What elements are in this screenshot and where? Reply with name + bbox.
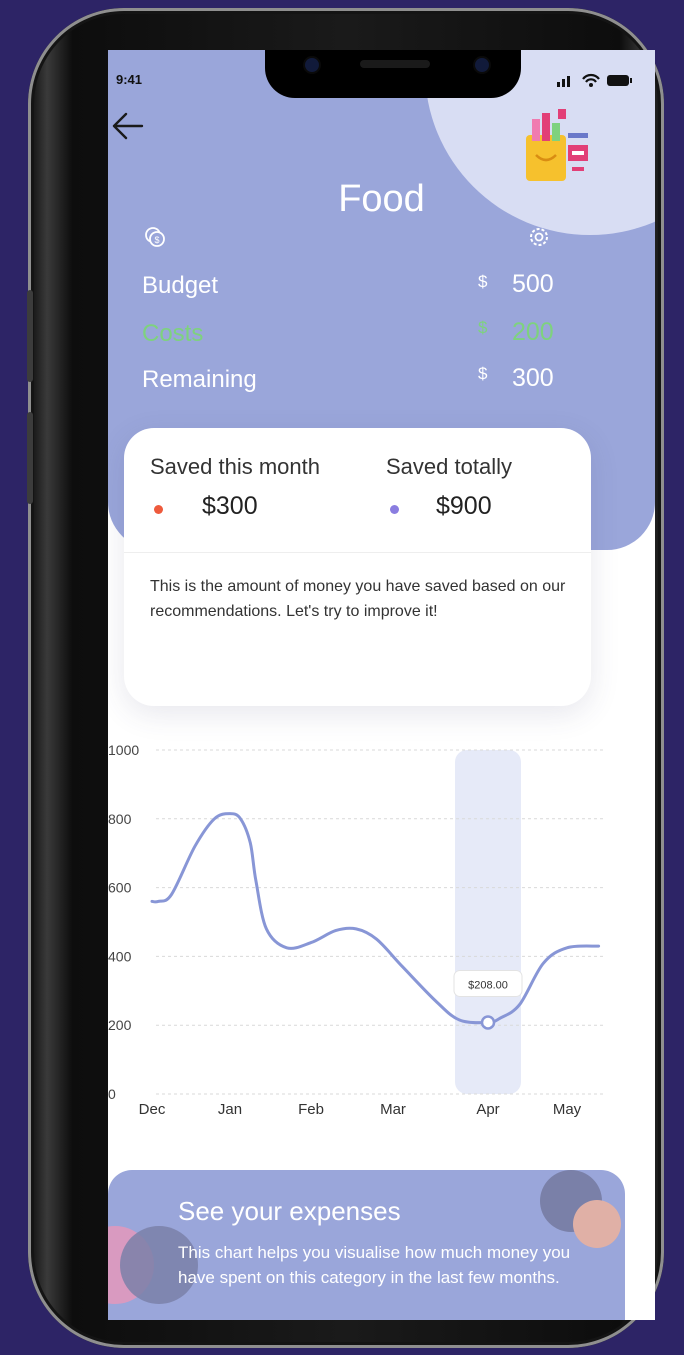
costs-currency: $ xyxy=(478,318,488,337)
highlight-point xyxy=(480,1015,496,1030)
saved-month-label: Saved this month xyxy=(150,454,320,479)
page-title: Food xyxy=(338,178,425,220)
volume-up-button xyxy=(27,290,33,382)
screen: 9:41 Food $ Budget $ 500 Costs $ 200 Rem… xyxy=(108,50,655,1320)
signal-icon xyxy=(557,82,560,87)
highlight-band xyxy=(455,750,521,1094)
coins-icon: $ xyxy=(145,227,165,247)
savings-card: Saved this month $300 Saved totally $900… xyxy=(124,428,591,706)
x-tick-label: Mar xyxy=(380,1101,406,1118)
wifi-icon xyxy=(582,73,600,83)
y-tick-label: 800 xyxy=(108,811,132,827)
x-tick-label: May xyxy=(553,1101,582,1118)
sensor-icon xyxy=(475,58,489,72)
camera-icon xyxy=(305,58,319,72)
remaining-label: Remaining xyxy=(142,366,257,393)
promo-text: This chart helps you visualise how much … xyxy=(178,1243,571,1287)
budget-value: 500 xyxy=(512,270,554,298)
y-tick-label: 200 xyxy=(108,1017,132,1033)
budget-currency: $ xyxy=(478,272,488,291)
y-tick-label: 400 xyxy=(108,948,132,964)
tooltip-label: $208.00 xyxy=(468,979,508,991)
saved-total-label: Saved totally xyxy=(386,454,512,479)
savings-description: This is the amount of money you have sav… xyxy=(150,578,566,620)
svg-text:$: $ xyxy=(154,235,159,245)
status-icons xyxy=(557,73,632,87)
volume-down-button xyxy=(27,412,33,504)
remaining-currency: $ xyxy=(478,364,488,383)
y-tick-label: 1000 xyxy=(108,742,139,758)
status-time: 9:41 xyxy=(116,72,143,87)
back-arrow-icon[interactable] xyxy=(108,108,148,144)
x-tick-label: Dec xyxy=(139,1101,166,1118)
costs-label: Costs xyxy=(142,320,204,347)
battery-icon xyxy=(607,75,629,86)
see-expenses-card[interactable]: See your expenses This chart helps you v… xyxy=(108,1170,625,1320)
settings-icon[interactable] xyxy=(528,226,550,248)
remaining-value: 300 xyxy=(512,364,554,392)
promo-title: See your expenses xyxy=(178,1196,401,1226)
x-tick-label: Apr xyxy=(476,1101,499,1118)
expenses-line-chart: 0 200 400 600 800 1000 Dec Jan Feb Mar Apr May $208.… xyxy=(108,742,605,1118)
x-tick-label: Jan xyxy=(218,1101,242,1118)
saved-month-dot xyxy=(154,505,163,514)
grocery-bag-icon xyxy=(526,109,588,181)
budget-label: Budget xyxy=(142,272,219,299)
y-tick-label: 0 xyxy=(108,1086,116,1102)
costs-value: 200 xyxy=(512,318,554,346)
series-line xyxy=(150,812,601,1025)
saved-month-value: $300 xyxy=(202,492,258,520)
saved-total-dot xyxy=(390,505,399,514)
saved-total-value: $900 xyxy=(436,492,492,520)
card-divider xyxy=(124,552,591,553)
x-tick-label: Feb xyxy=(298,1101,324,1118)
notch xyxy=(265,50,521,98)
speaker xyxy=(360,60,430,68)
y-tick-label: 600 xyxy=(108,880,132,896)
